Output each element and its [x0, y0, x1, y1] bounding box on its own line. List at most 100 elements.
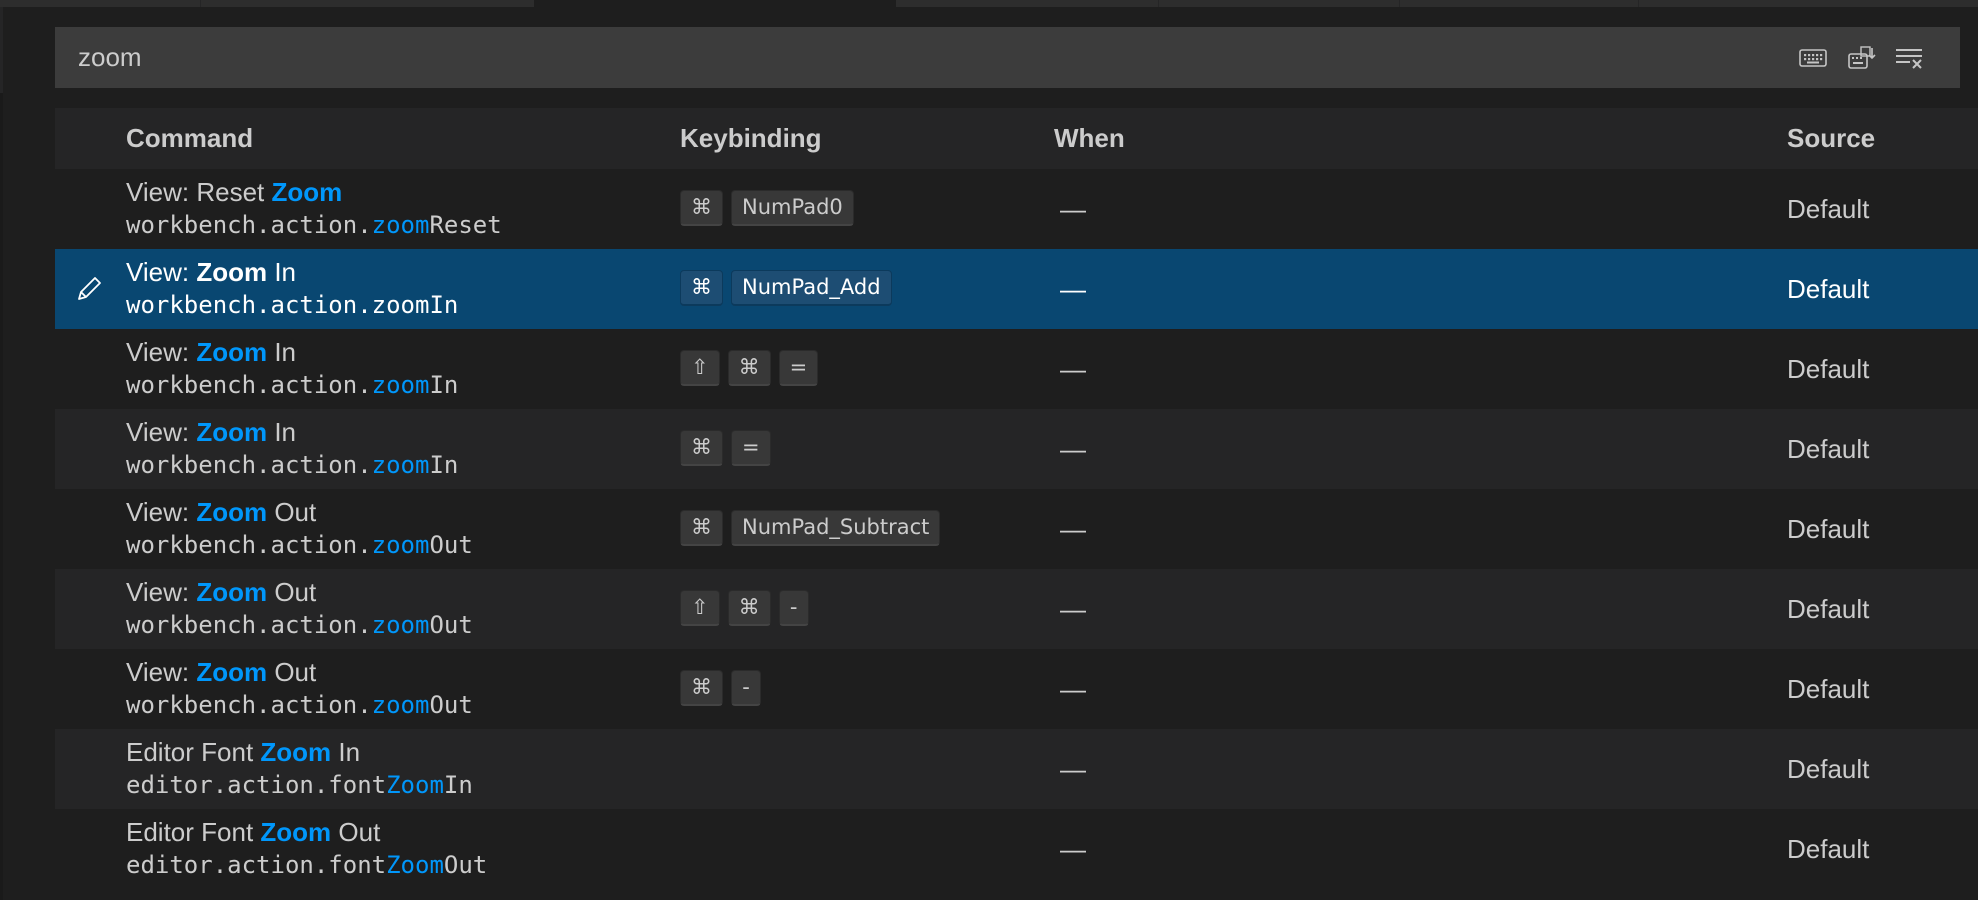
command-id: workbench.action.zoomOut: [126, 611, 473, 639]
table-row[interactable]: View: Reset Zoom workbench.action.zoomRes…: [55, 169, 1978, 249]
tab[interactable]: [1639, 0, 1978, 7]
table-header: Command Keybinding When Source: [55, 108, 1978, 169]
search-match: Zoom: [196, 337, 268, 367]
command-title: Editor Font Zoom Out: [126, 817, 380, 848]
command-title-text: In: [267, 417, 297, 447]
keybindings-table: Command Keybinding When Source View: Res…: [55, 108, 1978, 889]
command-title-text: View:: [126, 417, 197, 447]
command-id-text: editor.action.font: [126, 851, 387, 879]
command-title: View: Zoom In: [126, 337, 296, 368]
keybinding[interactable]: ⇧ ⌘ -: [680, 590, 809, 626]
tab[interactable]: [1400, 0, 1638, 7]
key-label: ⌘: [680, 670, 723, 706]
search-match: Zoom: [386, 851, 444, 879]
table-row[interactable]: View: Zoom In workbench.action.zoomIn ⇧ ⌘ = —…: [55, 329, 1978, 409]
command-title-text: Out: [267, 577, 317, 607]
when-clause: —: [1060, 754, 1086, 784]
keybindings-editor: Command Keybinding When Source View: Res…: [0, 0, 1978, 900]
command-id: workbench.action.zoomIn: [126, 451, 458, 479]
key-label: NumPad0: [731, 190, 854, 226]
command-title-text: Out: [267, 497, 317, 527]
command-id-text: workbench.action.: [126, 211, 372, 239]
column-header-command[interactable]: Command: [126, 108, 253, 169]
source-label: Default: [1787, 274, 1870, 304]
tab[interactable]: [1159, 0, 1399, 7]
left-gutter: [0, 7, 3, 93]
key-label: ⌘: [680, 190, 723, 226]
key-label: ⌘: [680, 430, 723, 466]
search-match: Zoom: [386, 771, 444, 799]
command-id-text: Out: [429, 691, 473, 719]
keybinding[interactable]: ⌘ NumPad_Add: [680, 270, 892, 306]
command-title-text: View:: [126, 337, 197, 367]
search-match: zoom: [371, 611, 430, 639]
clear-search-icon[interactable]: [1895, 44, 1925, 72]
command-id: workbench.action.zoomIn: [126, 371, 458, 399]
command-id: editor.action.fontZoomOut: [126, 851, 487, 879]
command-title-text: Editor Font: [126, 817, 261, 847]
edit-pencil-icon[interactable]: [73, 273, 105, 305]
when-clause: —: [1060, 274, 1086, 304]
tab[interactable]: [896, 0, 1158, 7]
source-label: Default: [1787, 754, 1870, 784]
command-title-text: View:: [126, 497, 197, 527]
table-row[interactable]: View: Zoom Out workbench.action.zoomOut ⇧ ⌘…: [55, 569, 1978, 649]
tab[interactable]: [201, 0, 534, 7]
search-match: Zoom: [260, 737, 332, 767]
key-label: ⌘: [727, 350, 771, 386]
source-label: Default: [1787, 674, 1870, 704]
when-clause: —: [1060, 594, 1086, 624]
source-label: Default: [1787, 434, 1870, 464]
key-label: =: [731, 430, 771, 466]
search-input[interactable]: [78, 27, 1778, 88]
record-keys-icon[interactable]: [1848, 44, 1878, 72]
search-match: zoom: [371, 531, 430, 559]
command-title: View: Zoom In: [126, 417, 296, 448]
keybinding[interactable]: ⌘ =: [680, 430, 771, 466]
column-header-keybinding[interactable]: Keybinding: [680, 108, 822, 169]
keybinding[interactable]: ⌘ NumPad_Subtract: [680, 510, 941, 546]
tab-strip: [0, 0, 1978, 7]
command-title-text: In: [267, 257, 297, 287]
table-row[interactable]: View: Zoom In workbench.action.zoomIn ⌘ Num…: [55, 249, 1978, 329]
when-clause: —: [1060, 194, 1086, 224]
source-label: Default: [1787, 354, 1870, 384]
command-id-text: Out: [429, 611, 473, 639]
key-label: ⌘: [680, 270, 723, 306]
tab[interactable]: [0, 0, 200, 7]
source-label: Default: [1787, 514, 1870, 544]
key-label: NumPad_Add: [731, 270, 892, 306]
command-id: editor.action.fontZoomIn: [126, 771, 473, 799]
command-id: workbench.action.zoomReset: [126, 211, 502, 239]
command-title-text: Editor Font: [126, 737, 261, 767]
keyboard-icon[interactable]: [1798, 44, 1828, 72]
command-title: View: Zoom Out: [126, 497, 316, 528]
command-id: workbench.action.zoomIn: [126, 291, 458, 319]
keybinding[interactable]: ⇧ ⌘ =: [680, 350, 819, 386]
command-id-text: In: [429, 371, 459, 399]
command-id-text: Out: [429, 531, 473, 559]
source-label: Default: [1787, 594, 1870, 624]
keybinding[interactable]: ⌘ NumPad0: [680, 190, 854, 226]
search-match: zoom: [371, 451, 430, 479]
search-match: Zoom: [196, 657, 268, 687]
when-clause: —: [1060, 514, 1086, 544]
table-row[interactable]: View: Zoom Out workbench.action.zoomOut ⌘ -…: [55, 649, 1978, 729]
when-clause: —: [1060, 834, 1086, 864]
command-id: workbench.action.zoomOut: [126, 531, 473, 559]
column-header-source[interactable]: Source: [1787, 108, 1875, 169]
table-row[interactable]: Editor Font Zoom In editor.action.fontZoo…: [55, 729, 1978, 809]
command-title-text: Out: [331, 817, 381, 847]
command-title-text: In: [267, 337, 297, 367]
column-header-when[interactable]: When: [1054, 108, 1125, 169]
tab-active[interactable]: [534, 0, 896, 7]
table-row[interactable]: View: Zoom Out workbench.action.zoomOut ⌘ N…: [55, 489, 1978, 569]
source-label: Default: [1787, 834, 1870, 864]
command-title-text: View: Reset: [126, 177, 272, 207]
command-title: View: Reset Zoom: [126, 177, 342, 208]
table-row[interactable]: View: Zoom In workbench.action.zoomIn ⌘ = — D…: [55, 409, 1978, 489]
command-id-text: workbench.action.: [126, 291, 372, 319]
command-title-text: View:: [126, 577, 197, 607]
table-row[interactable]: Editor Font Zoom Out editor.action.fontZo…: [55, 809, 1978, 889]
keybinding[interactable]: ⌘ -: [680, 670, 761, 706]
